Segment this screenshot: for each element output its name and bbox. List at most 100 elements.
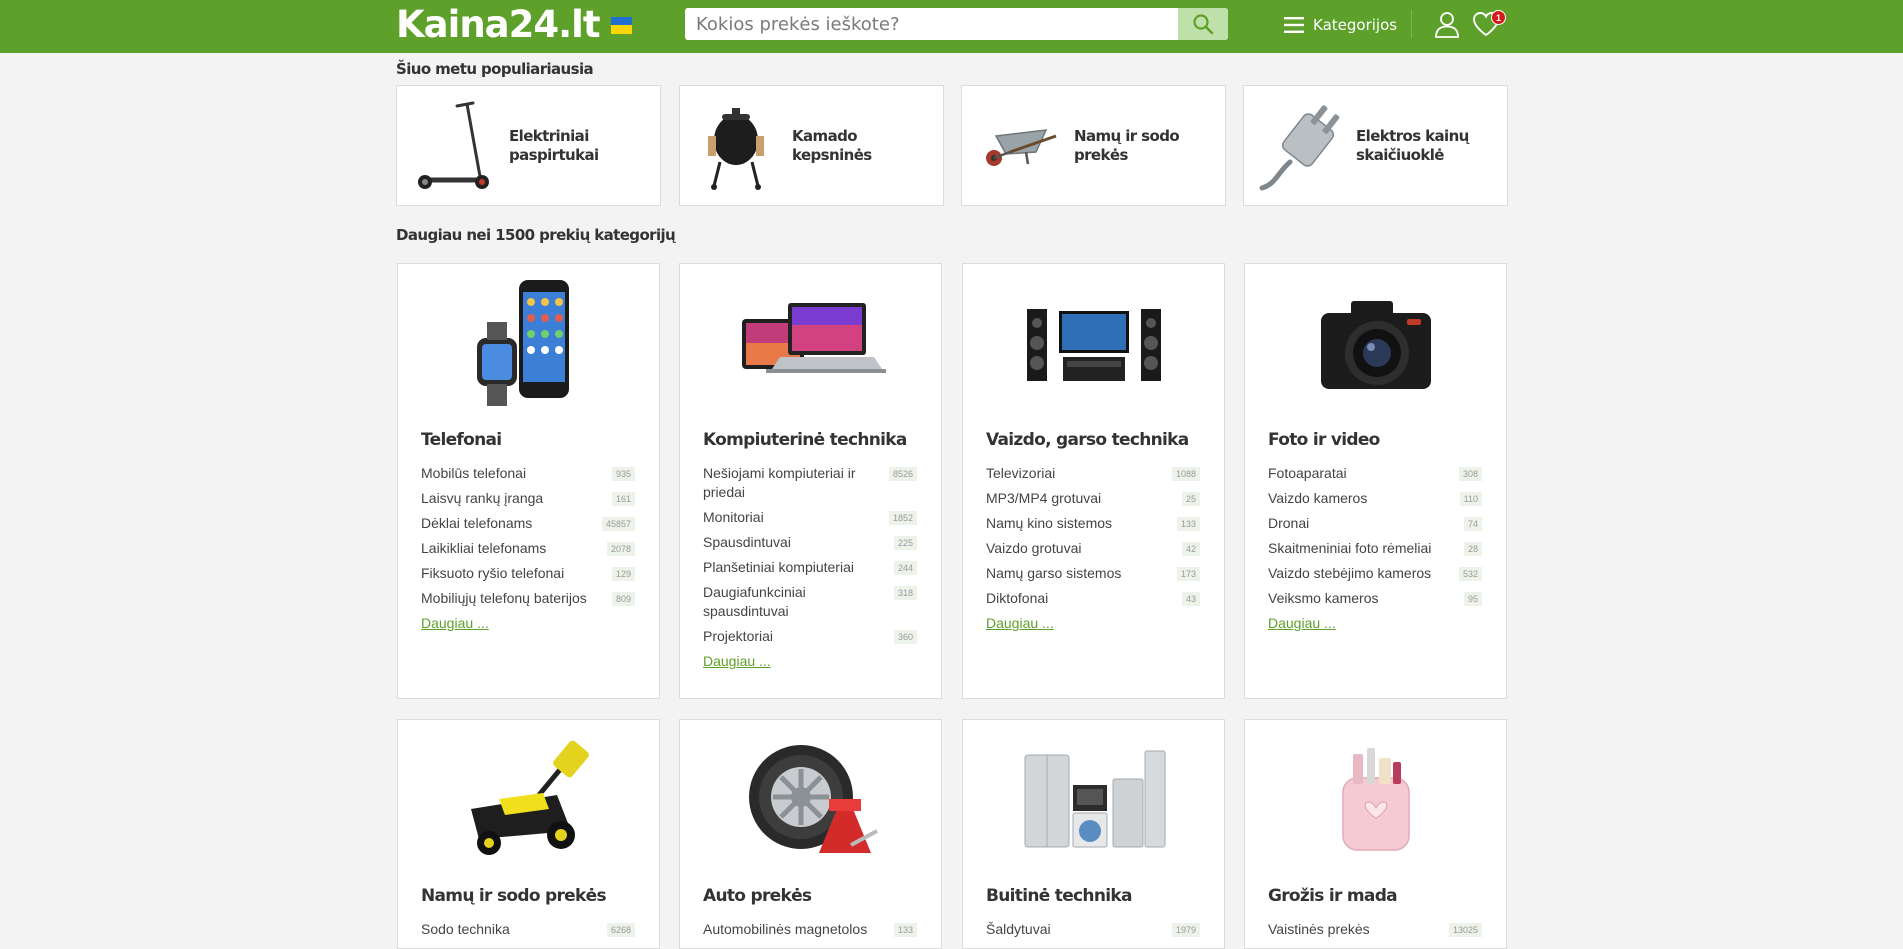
- subcategory-link[interactable]: Dėklai telefonams 45857: [421, 514, 635, 533]
- subcategory-link[interactable]: Namų garso sistemos 173: [986, 564, 1200, 583]
- wheelbarrow-image: [970, 94, 1066, 198]
- subcategory-count: 244: [893, 561, 917, 575]
- search-bar: [685, 8, 1228, 40]
- subcategory-count: 133: [1176, 517, 1200, 531]
- search-button[interactable]: [1178, 8, 1228, 40]
- top-bar: Kaina24.lt Kategorijos 1: [0, 0, 1903, 53]
- categories-menu-button[interactable]: Kategorijos: [1284, 11, 1397, 38]
- subcategory-link[interactable]: Vaizdo grotuvai 42: [986, 539, 1200, 558]
- category-title[interactable]: Kompiuterinė technika: [703, 430, 907, 450]
- scooter-image: [405, 94, 501, 198]
- subcategory-link[interactable]: Sodo technika 6268: [421, 920, 635, 939]
- popular-item-home-garden[interactable]: Namų ir sodo prekės: [961, 85, 1226, 206]
- subcategory-link[interactable]: Fiksuoto ryšio telefonai 129: [421, 564, 635, 583]
- subcategory-link[interactable]: Šaldytuvai 1979: [986, 920, 1200, 939]
- subcategory-link[interactable]: Planšetiniai kompiuteriai 244: [703, 558, 917, 577]
- popular-item-scooters[interactable]: Elektriniai paspirtukai: [396, 85, 661, 206]
- category-card-home-garden: Namų ir sodo prekės Sodo technika 6268: [397, 719, 660, 949]
- popular-item-label: Kamado kepsninės: [792, 126, 872, 164]
- subcategory-link[interactable]: Monitoriai 1852: [703, 508, 917, 527]
- category-card-audio-video: Vaizdo, garso technika Televizoriai 1088 …: [962, 263, 1225, 699]
- tire-jack-image[interactable]: [700, 734, 922, 866]
- subcategory-link[interactable]: Automobilinės magnetolos 133: [703, 920, 917, 939]
- subcategory-link[interactable]: Vaizdo stebėjimo kameros 532: [1268, 564, 1482, 583]
- subcategory-count: 532: [1458, 567, 1482, 581]
- subcategory-list: Sodo technika 6268: [421, 920, 635, 945]
- search-icon: [1193, 14, 1214, 35]
- subcategory-link[interactable]: Daugiafunkciniai spausdintuvai 318: [703, 583, 917, 621]
- categories-menu-label: Kategorijos: [1313, 15, 1398, 34]
- category-title[interactable]: Foto ir video: [1268, 430, 1380, 450]
- category-title[interactable]: Namų ir sodo prekės: [421, 886, 607, 906]
- subcategory-count: 28: [1463, 542, 1482, 556]
- subcategory-link[interactable]: Veiksmo kameros 95: [1268, 589, 1482, 608]
- subcategory-link[interactable]: Dronai 74: [1268, 514, 1482, 533]
- category-title[interactable]: Telefonai: [421, 430, 502, 450]
- category-title[interactable]: Vaizdo, garso technika: [986, 430, 1189, 450]
- phone-watch-image[interactable]: [418, 278, 640, 410]
- header-divider: [1411, 10, 1412, 38]
- category-card-computers: Kompiuterinė technika Nešiojami kompiute…: [679, 263, 942, 699]
- subcategory-list: Šaldytuvai 1979: [986, 920, 1200, 945]
- subcategory-link[interactable]: Diktofonai 43: [986, 589, 1200, 608]
- category-card-appliances: Buitinė technika Šaldytuvai 1979: [962, 719, 1225, 949]
- subcategory-list: Automobilinės magnetolos 133: [703, 920, 917, 945]
- power-plug-image: [1252, 94, 1348, 198]
- ukraine-flag-icon: [610, 16, 632, 34]
- appliances-image[interactable]: [983, 734, 1205, 866]
- camera-image[interactable]: [1265, 278, 1487, 410]
- category-card-phones: Telefonai Mobilūs telefonai 935 Laisvų ra…: [397, 263, 660, 699]
- subcategory-link[interactable]: Nešiojami kompiuteriai ir priedai 8526: [703, 464, 917, 502]
- user-icon[interactable]: [1434, 11, 1460, 38]
- more-link[interactable]: Daugiau ...: [421, 614, 489, 633]
- subcategory-list: Televizoriai 1088 MP3/MP4 grotuvai 25 Namų…: [986, 464, 1200, 639]
- subcategory-link[interactable]: MP3/MP4 grotuvai 25: [986, 489, 1200, 508]
- search-input[interactable]: [685, 8, 1178, 40]
- wishlist-count-badge: 1: [1491, 10, 1506, 25]
- subcategory-count: 110: [1459, 492, 1482, 506]
- subcategory-count: 360: [893, 630, 917, 644]
- popular-item-label: Elektriniai paspirtukai: [509, 126, 599, 164]
- tv-speakers-image[interactable]: [983, 278, 1205, 410]
- category-title[interactable]: Auto prekės: [703, 886, 812, 906]
- subcategory-link[interactable]: Projektoriai 360: [703, 627, 917, 646]
- subcategory-link[interactable]: Skaitmeniniai foto rėmeliai 28: [1268, 539, 1482, 558]
- subcategory-count: 225: [893, 536, 917, 550]
- subcategory-link[interactable]: Fotoaparatai 308: [1268, 464, 1482, 483]
- subcategory-link[interactable]: Mobiliųjų telefonų baterijos 809: [421, 589, 635, 608]
- popular-section-title: Šiuo metu populiariausia: [396, 60, 594, 78]
- more-link[interactable]: Daugiau ...: [986, 614, 1054, 633]
- more-link[interactable]: Daugiau ...: [1268, 614, 1336, 633]
- cosmetic-bag-image[interactable]: [1265, 734, 1487, 866]
- hamburger-icon: [1284, 16, 1304, 33]
- subcategory-link[interactable]: Spausdintuvai 225: [703, 533, 917, 552]
- logo[interactable]: Kaina24.lt: [396, 3, 632, 46]
- subcategory-count: 161: [611, 492, 635, 506]
- more-item: Daugiau ...: [986, 614, 1200, 633]
- subcategory-link[interactable]: Namų kino sistemos 133: [986, 514, 1200, 533]
- subcategory-link[interactable]: Mobilūs telefonai 935: [421, 464, 635, 483]
- category-title[interactable]: Grožis ir mada: [1268, 886, 1398, 906]
- category-title[interactable]: Buitinė technika: [986, 886, 1132, 906]
- popular-item-kamado-grills[interactable]: Kamado kepsninės: [679, 85, 944, 206]
- popular-item-electricity-calculator[interactable]: Elektros kainų skaičiuoklė: [1243, 85, 1508, 206]
- subcategory-link[interactable]: Televizoriai 1088: [986, 464, 1200, 483]
- subcategory-link[interactable]: Laisvų rankų įranga 161: [421, 489, 635, 508]
- subcategory-count: 8526: [888, 467, 917, 481]
- subcategory-link[interactable]: Vaistinės prekės 13025: [1268, 920, 1482, 939]
- lawnmower-image[interactable]: [418, 734, 640, 866]
- laptop-tablet-image[interactable]: [700, 278, 922, 410]
- subcategory-link[interactable]: Laikikliai telefonams 2078: [421, 539, 635, 558]
- subcategory-count: 43: [1181, 592, 1200, 606]
- subcategory-link[interactable]: Vaizdo kameros 110: [1268, 489, 1482, 508]
- subcategory-count: 42: [1181, 542, 1200, 556]
- subcategory-count: 129: [611, 567, 635, 581]
- subcategory-list: Fotoaparatai 308 Vaizdo kameros 110 Dronai…: [1268, 464, 1482, 639]
- more-link[interactable]: Daugiau ...: [703, 652, 771, 671]
- subcategory-count: 2078: [606, 542, 635, 556]
- logo-text[interactable]: Kaina24.lt: [396, 3, 601, 46]
- wishlist-button[interactable]: 1: [1472, 10, 1508, 39]
- subcategory-count: 1088: [1171, 467, 1200, 481]
- subcategory-count: 95: [1463, 592, 1482, 606]
- kamado-grill-image: [688, 94, 784, 198]
